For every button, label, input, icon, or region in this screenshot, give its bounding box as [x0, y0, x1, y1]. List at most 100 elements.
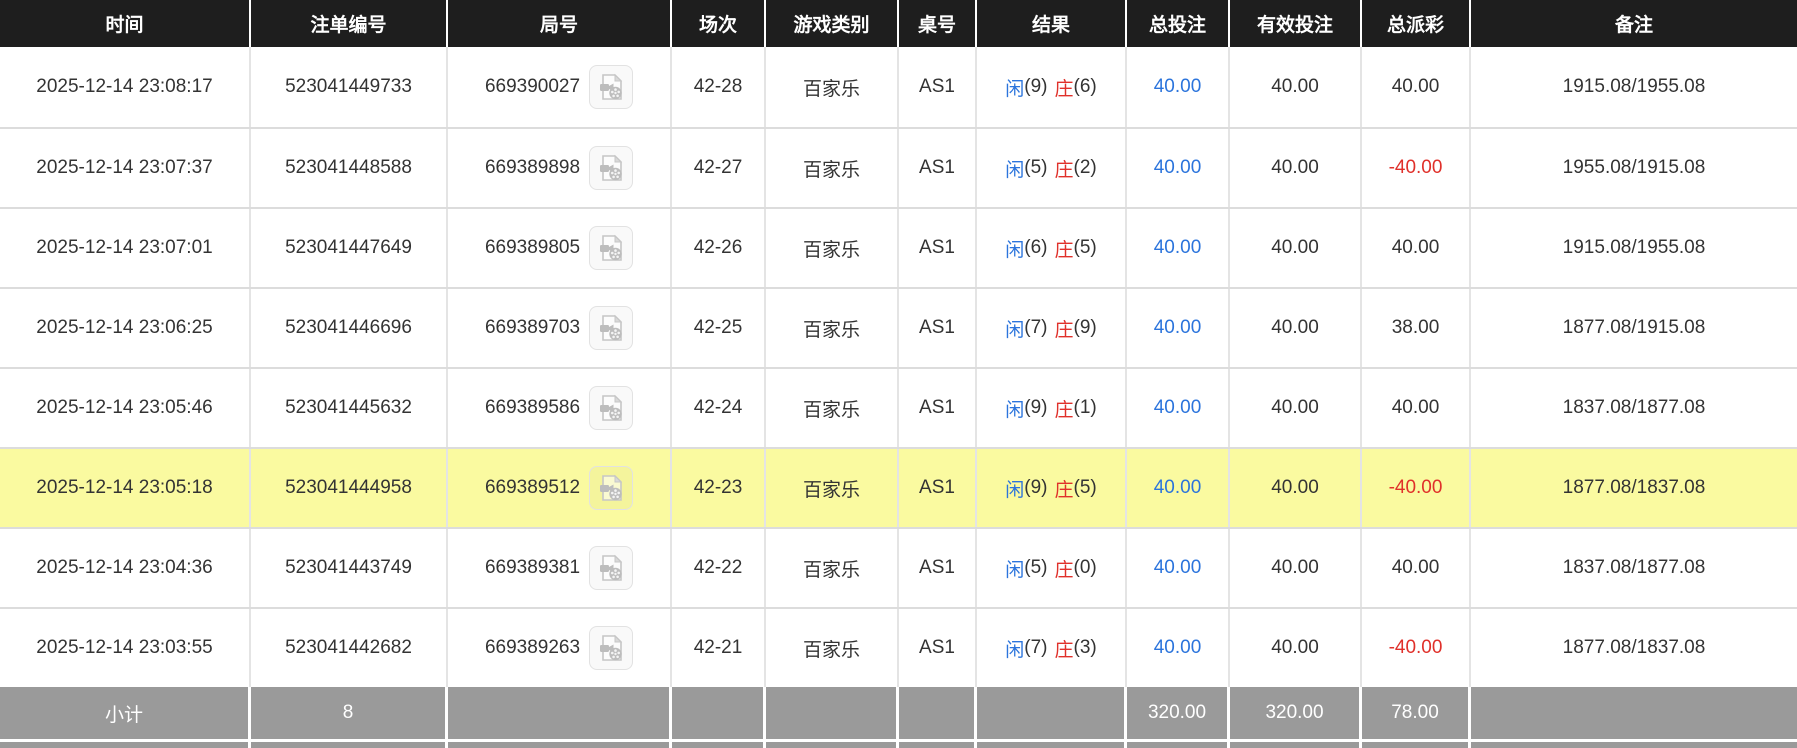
replay-video-button[interactable]	[589, 466, 634, 510]
banker-result-label: 庄	[1054, 239, 1074, 261]
cell-note: 1837.08/1877.08	[1562, 397, 1706, 418]
video-replay-file-icon	[596, 393, 626, 423]
player-result-label: 闲	[1005, 78, 1025, 100]
cell-result: 闲 (7) 庄 (9)	[977, 289, 1127, 367]
cell-time: 2025-12-14 23:04:36	[0, 529, 251, 607]
round-id-text: 669389512	[484, 477, 581, 498]
header-cell-time: 时间	[0, 0, 251, 47]
replay-video-button[interactable]	[589, 626, 634, 670]
banker-result-score: (1)	[1073, 397, 1097, 418]
player-result-score: (5)	[1024, 157, 1048, 178]
cell-game-type: 百家乐	[766, 369, 899, 447]
subtotal-empty-round	[448, 687, 672, 739]
cell-round-id: 669389512	[448, 449, 672, 527]
table-row[interactable]: 2025-12-14 23:05:46 523041445632 6693895…	[0, 367, 1797, 447]
cell-note: 1915.08/1955.08	[1562, 76, 1706, 97]
cell-time: 2025-12-14 23:07:37	[0, 129, 251, 207]
cell-valid-bet: 40.00	[1230, 129, 1362, 207]
cell-valid-bet: 40.00	[1230, 609, 1362, 687]
header-cell-result: 结果	[977, 0, 1127, 47]
banker-result-label: 庄	[1054, 479, 1074, 501]
player-result-score: (6)	[1024, 237, 1048, 258]
cell-table-no: AS1	[899, 209, 977, 287]
video-replay-file-icon	[596, 473, 626, 503]
video-replay-file-icon	[596, 313, 626, 343]
cell-total-bet: 40.00	[1127, 289, 1230, 367]
round-id-text: 669389586	[484, 397, 581, 418]
video-replay-file-icon	[596, 233, 626, 263]
cell-bet-id: 523041442682	[251, 609, 448, 687]
replay-video-button[interactable]	[589, 386, 634, 430]
cell-note: 1955.08/1915.08	[1562, 157, 1706, 178]
banker-result-score: (5)	[1073, 477, 1097, 498]
player-result-score: (7)	[1024, 637, 1048, 658]
cell-bet-id: 523041443749	[251, 529, 448, 607]
table-row[interactable]: 2025-12-14 23:03:55 523041442682 6693892…	[0, 607, 1797, 687]
cell-session: 42-21	[672, 609, 766, 687]
cell-bet-id: 523041446696	[251, 289, 448, 367]
round-id-text: 669389805	[484, 237, 581, 258]
cell-game-type: 百家乐	[766, 209, 899, 287]
cell-game-type: 百家乐	[766, 47, 899, 127]
table-row[interactable]: 2025-12-14 23:05:18 523041444958 6693895…	[0, 447, 1797, 527]
cell-time: 2025-12-14 23:06:25	[0, 289, 251, 367]
cell-table-no: AS1	[899, 609, 977, 687]
player-result-label: 闲	[1005, 559, 1025, 581]
cell-time: 2025-12-14 23:08:17	[0, 47, 251, 127]
cell-game-type: 百家乐	[766, 129, 899, 207]
banker-result-label: 庄	[1054, 319, 1074, 341]
cell-table-no: AS1	[899, 369, 977, 447]
replay-video-button[interactable]	[589, 306, 634, 350]
player-result-label: 闲	[1005, 479, 1025, 501]
round-id-text: 669390027	[484, 76, 581, 97]
player-result-label: 闲	[1005, 639, 1025, 661]
cell-total-bet: 40.00	[1127, 609, 1230, 687]
table-header-row: 时间 注单编号 局号 场次 游戏类别 桌号 结果 总投注 有效投注 总派彩 备注	[0, 0, 1797, 47]
cell-session: 42-24	[672, 369, 766, 447]
subtotal-total-bet: 320.00	[1127, 687, 1230, 739]
cell-bet-id: 523041448588	[251, 129, 448, 207]
cell-total-bet: 40.00	[1127, 209, 1230, 287]
subtotal-empty-session	[672, 687, 766, 739]
cell-total-bet: 40.00	[1127, 449, 1230, 527]
table-row[interactable]: 2025-12-14 23:07:37 523041448588 6693898…	[0, 127, 1797, 207]
cell-time: 2025-12-14 23:03:55	[0, 609, 251, 687]
replay-video-button[interactable]	[589, 146, 634, 190]
replay-video-button[interactable]	[589, 546, 634, 590]
cell-bet-id: 523041444958	[251, 449, 448, 527]
cell-payout: -40.00	[1362, 609, 1471, 687]
cell-table-no: AS1	[899, 289, 977, 367]
cell-session: 42-28	[672, 47, 766, 127]
cell-payout: -40.00	[1362, 449, 1471, 527]
replay-video-button[interactable]	[589, 226, 634, 270]
cell-valid-bet: 40.00	[1230, 449, 1362, 527]
subtotal-label: 小计	[0, 687, 251, 739]
cell-session: 42-22	[672, 529, 766, 607]
cell-round-id: 669389586	[448, 369, 672, 447]
subtotal-row: 小计 8 320.00 320.00 78.00	[0, 687, 1797, 739]
cell-time: 2025-12-14 23:07:01	[0, 209, 251, 287]
header-cell-note: 备注	[1471, 0, 1797, 47]
cell-round-id: 669389263	[448, 609, 672, 687]
cell-result: 闲 (9) 庄 (5)	[977, 449, 1127, 527]
total-row-partial	[0, 742, 1797, 748]
banker-result-score: (5)	[1073, 237, 1097, 258]
table-row[interactable]: 2025-12-14 23:08:17 523041449733 6693900…	[0, 47, 1797, 127]
player-result-score: (9)	[1024, 477, 1048, 498]
banker-result-score: (0)	[1073, 557, 1097, 578]
cell-total-bet: 40.00	[1127, 369, 1230, 447]
cell-note: 1877.08/1837.08	[1562, 637, 1706, 658]
table-row[interactable]: 2025-12-14 23:07:01 523041447649 6693898…	[0, 207, 1797, 287]
cell-payout: 40.00	[1362, 47, 1471, 127]
subtotal-payout: 78.00	[1362, 687, 1471, 739]
banker-result-score: (9)	[1073, 317, 1097, 338]
subtotal-empty-game	[766, 687, 899, 739]
table-row[interactable]: 2025-12-14 23:06:25 523041446696 6693897…	[0, 287, 1797, 367]
video-replay-file-icon	[596, 553, 626, 583]
replay-video-button[interactable]	[589, 65, 634, 109]
table-row[interactable]: 2025-12-14 23:04:36 523041443749 6693893…	[0, 527, 1797, 607]
header-cell-bet-id: 注单编号	[251, 0, 448, 47]
cell-total-bet: 40.00	[1127, 47, 1230, 127]
cell-note: 1877.08/1915.08	[1562, 317, 1706, 338]
banker-result-label: 庄	[1054, 559, 1074, 581]
